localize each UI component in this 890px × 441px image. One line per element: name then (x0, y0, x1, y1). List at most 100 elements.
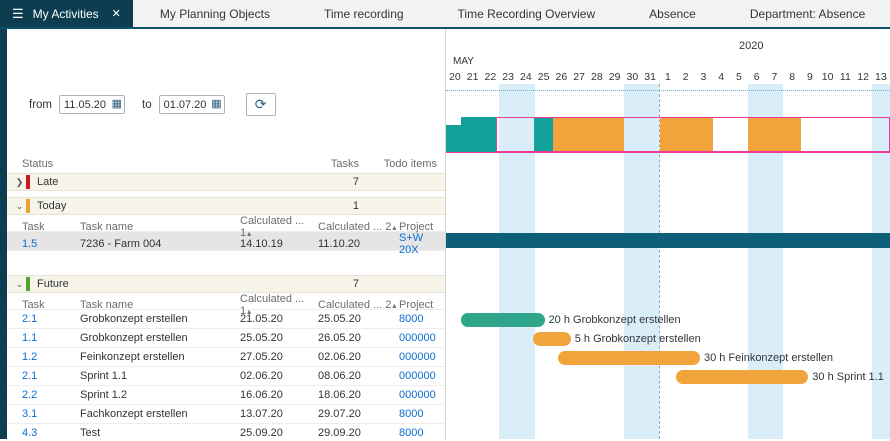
gantt-day-label: 31 (641, 71, 659, 83)
task-name: Fachkonzept erstellen (80, 408, 240, 420)
gantt-bar-label: 30 h Feinkonzept erstellen (704, 351, 833, 365)
calc-date-1: 14.10.19 (240, 238, 318, 250)
gantt-bar[interactable] (558, 351, 700, 365)
table-row[interactable]: 1.1 Grobkonzept erstellen 25.05.20 26.05… (7, 329, 445, 348)
tab-time-recording-overview[interactable]: Time Recording Overview (431, 0, 623, 27)
calc-date-2: 11.10.20 (318, 238, 399, 250)
task-id-link[interactable]: 1.5 (22, 238, 80, 250)
gantt-day-label: 28 (588, 71, 606, 83)
gantt-bar[interactable] (533, 332, 571, 346)
status-column-header: Status (22, 158, 279, 170)
histogram-segment (534, 117, 553, 152)
refresh-button[interactable]: ⟳ (246, 93, 276, 116)
gantt-day-label: 2 (677, 71, 695, 83)
to-date-field[interactable]: ▦ (159, 95, 225, 114)
gantt-day-label: 5 (730, 71, 748, 83)
calendar-icon[interactable]: ▦ (211, 97, 221, 110)
table-row[interactable]: 3.1 Fachkonzept erstellen 13.07.20 29.07… (7, 405, 445, 424)
gantt-day-label: 25 (535, 71, 553, 83)
table-row[interactable]: 2.1 Sprint 1.1 02.06.20 08.06.20 000000 (7, 367, 445, 386)
gantt-day-label: 23 (499, 71, 517, 83)
project-link[interactable]: 8000 (399, 313, 445, 325)
gantt-day-label: 4 (712, 71, 730, 83)
calc2-column-header[interactable]: Calculated ... 2▴ (318, 299, 399, 311)
task-name: Grobkonzept erstellen (80, 313, 240, 325)
task-id-link[interactable]: 1.2 (22, 351, 80, 363)
chevron-down-icon[interactable]: ⌄ (13, 201, 26, 212)
tab-label: Department: Absence (750, 7, 865, 21)
close-icon[interactable]: ✕ (112, 7, 121, 20)
chevron-right-icon[interactable]: ❯ (13, 177, 26, 188)
task-id-link[interactable]: 2.2 (22, 389, 80, 401)
calc1-column-header[interactable]: Calculated ... 1▴ (240, 215, 318, 239)
calc-date-2: 29.09.20 (318, 427, 399, 439)
gantt-day-label: 8 (783, 71, 801, 83)
gantt-day-label: 6 (748, 71, 766, 83)
gantt-year-label: 2020 (739, 40, 763, 52)
gantt-bar[interactable] (446, 233, 890, 248)
chevron-down-icon[interactable]: ⌄ (13, 279, 26, 290)
histogram-segment (461, 117, 496, 152)
gantt-bar-label: 5 h Grobkonzept erstellen (575, 332, 701, 346)
from-date-field[interactable]: ▦ (59, 95, 125, 114)
table-row[interactable]: 1.5 7236 - Farm 004 14.10.19 11.10.20 S+… (7, 232, 445, 251)
calendar-icon[interactable]: ▦ (112, 97, 122, 110)
gantt-day-label: 24 (517, 71, 535, 83)
tab-absence[interactable]: Absence (622, 0, 723, 27)
group-row-today[interactable]: ⌄ Today 1 (7, 197, 445, 215)
table-row[interactable]: 1.2 Feinkonzept erstellen 27.05.20 02.06… (7, 348, 445, 367)
table-row[interactable]: 2.1 Grobkonzept erstellen 21.05.20 25.05… (7, 310, 445, 329)
task-id-link[interactable]: 3.1 (22, 408, 80, 420)
group-task-count: 1 (287, 200, 359, 212)
tab-my-planning-objects[interactable]: My Planning Objects (133, 0, 297, 27)
capacity-limit-line (446, 152, 890, 153)
activities-table: Status Tasks Todo items ❯ Late 7 ⌄ Today… (7, 155, 445, 439)
calc-date-2: 08.06.20 (318, 370, 399, 382)
gantt-bar[interactable] (676, 370, 808, 384)
task-list-panel: from ▦ to ▦ ⟳ Status Tasks Todo items ❯ … (7, 29, 445, 439)
menu-icon[interactable]: ☰ (12, 6, 24, 22)
task-id-link[interactable]: 1.1 (22, 332, 80, 344)
tab-department-absence[interactable]: Department: Absence (723, 0, 890, 27)
calc-date-2: 26.05.20 (318, 332, 399, 344)
calc-date-2: 02.06.20 (318, 351, 399, 363)
group-row-late[interactable]: ❯ Late 7 (7, 173, 445, 191)
calc-date-1: 25.05.20 (240, 332, 318, 344)
gantt-day-label: 30 (624, 71, 642, 83)
project-link[interactable]: S+W 20X (399, 232, 445, 256)
task-name: Sprint 1.1 (80, 370, 240, 382)
project-link[interactable]: 000000 (399, 332, 445, 344)
project-column-header: Project (399, 299, 445, 311)
group-row-future[interactable]: ⌄ Future 7 (7, 275, 445, 293)
task-name: Grobkonzept erstellen (80, 332, 240, 344)
tab-my-activities[interactable]: ☰ My Activities ✕ (0, 0, 133, 27)
project-link[interactable]: 8000 (399, 427, 445, 439)
gantt-day-label: 13 (872, 71, 890, 83)
calc-date-1: 21.05.20 (240, 313, 318, 325)
project-link[interactable]: 000000 (399, 351, 445, 363)
project-link[interactable]: 000000 (399, 370, 445, 382)
project-link[interactable]: 8000 (399, 408, 445, 420)
tab-label: My Activities (33, 7, 99, 21)
calc2-column-header[interactable]: Calculated ... 2▴ (318, 221, 399, 233)
tab-label: Absence (649, 7, 696, 21)
gantt-panel: 2020 MAY 2021222324252627282930311234567… (445, 29, 890, 439)
task-id-link[interactable]: 2.1 (22, 370, 80, 382)
calc-date-2: 29.07.20 (318, 408, 399, 420)
table-row[interactable]: 2.2 Sprint 1.2 16.06.20 18.06.20 000000 (7, 386, 445, 405)
task-id-link[interactable]: 2.1 (22, 313, 80, 325)
table-row[interactable]: 4.3 Test 25.09.20 29.09.20 8000 (7, 424, 445, 439)
task-column-header: Task (22, 299, 80, 311)
project-link[interactable]: 000000 (399, 389, 445, 401)
histogram-segment (446, 125, 461, 152)
task-id-link[interactable]: 4.3 (22, 427, 80, 439)
gantt-bar-label: 30 h Sprint 1.1 (812, 370, 884, 384)
gantt-bar[interactable] (461, 313, 544, 327)
tab-time-recording[interactable]: Time recording (297, 0, 431, 27)
left-accent-strip (0, 29, 7, 439)
tasks-column-header: Tasks (279, 158, 359, 170)
gantt-day-label: 1 (659, 71, 677, 83)
gantt-day-label: 10 (819, 71, 837, 83)
gantt-day-label: 12 (854, 71, 872, 83)
gantt-day-label: 22 (482, 71, 500, 83)
